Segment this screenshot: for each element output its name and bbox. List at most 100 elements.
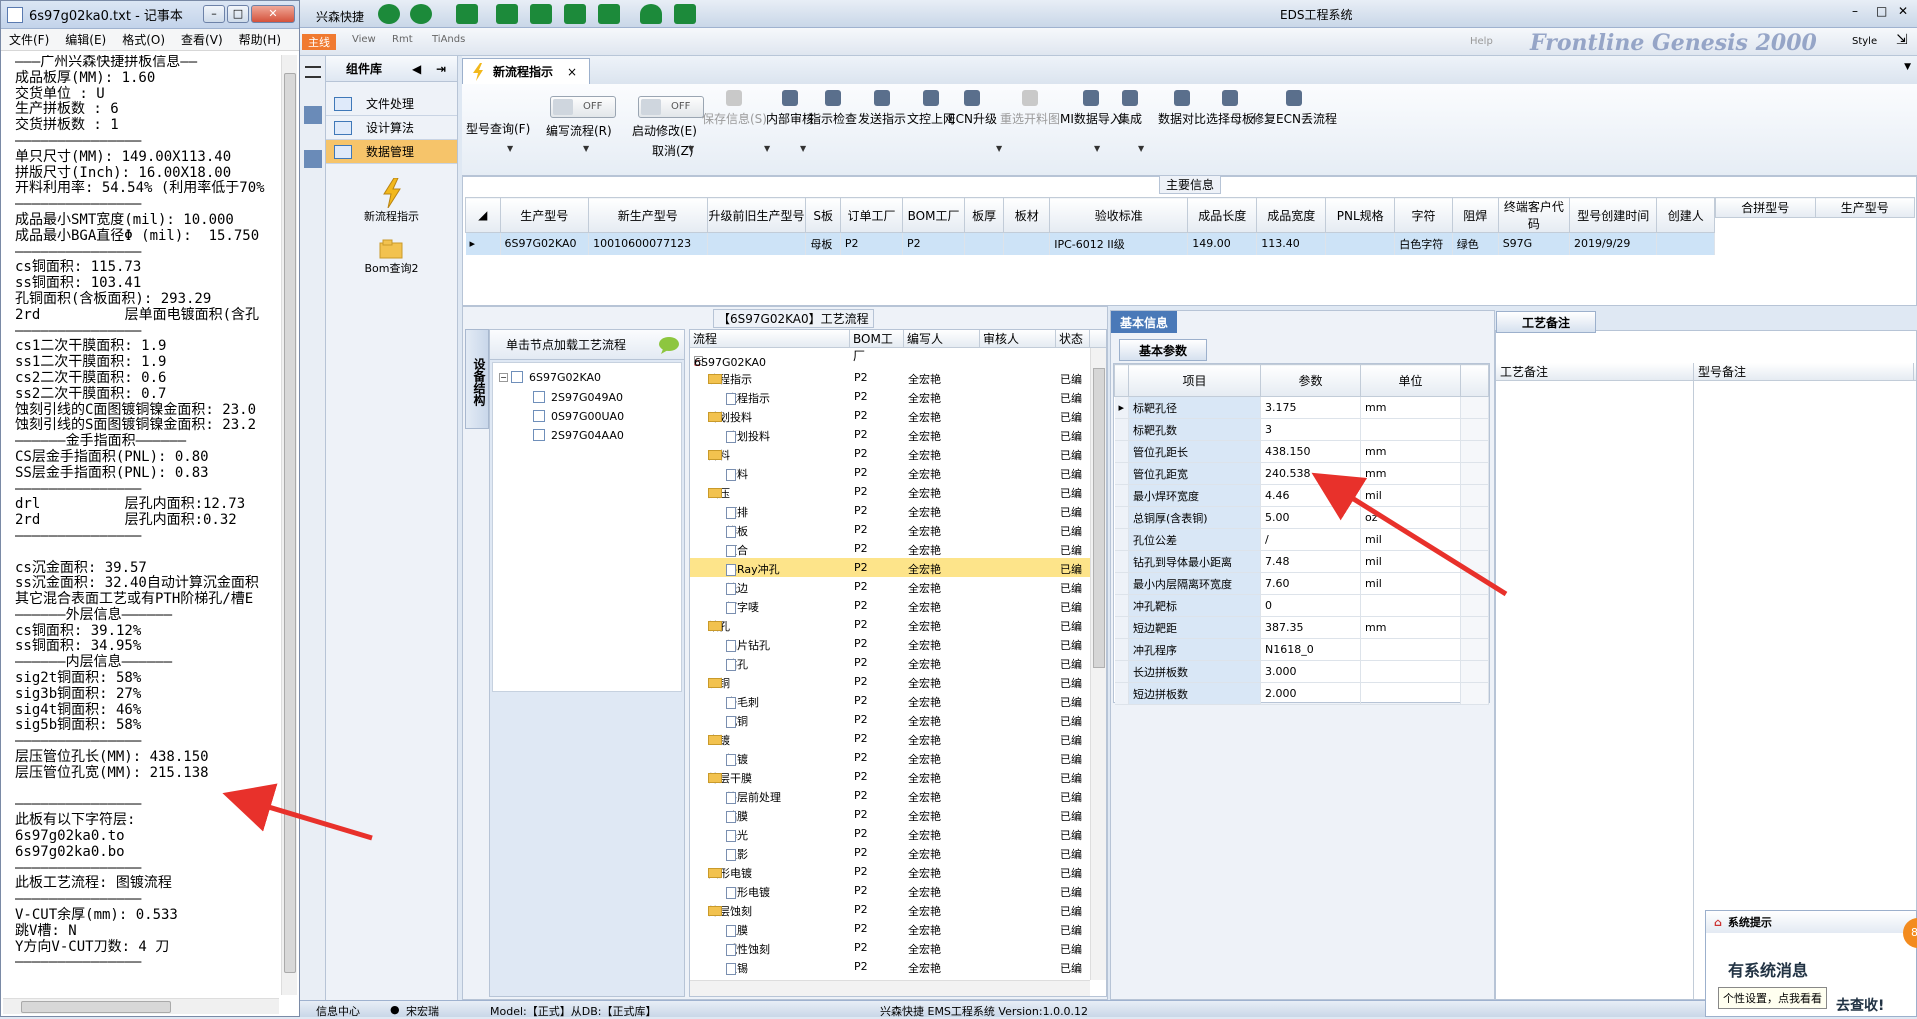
table-cell[interactable]: 母板	[805, 232, 841, 255]
tab-dropdown-icon[interactable]: ▼	[1904, 62, 1911, 72]
process-root-row[interactable]: − ⌂ 6S97G02KA0	[690, 350, 1090, 369]
tab-equipment-structure[interactable]: 设备结构	[465, 329, 489, 429]
param-row[interactable]: 最小焊环宽度 4.46 mil	[1114, 484, 1489, 507]
column-header[interactable]: 生产型号	[499, 197, 590, 233]
column-header[interactable]: BOM工厂	[850, 330, 904, 363]
process-row[interactable]: −计划投料 P2 全宏艳 已编	[690, 406, 1090, 425]
process-row[interactable]: 碱性蚀刻 P2 全宏艳 已编	[690, 938, 1090, 957]
table-cell[interactable]	[1656, 232, 1715, 255]
table-cell[interactable]: 113.40	[1256, 232, 1327, 255]
checkbox[interactable]	[533, 391, 545, 403]
tree-node-child[interactable]: 0S97G00UA0	[533, 408, 624, 424]
ribbon-label-tiands[interactable]: TiAnds	[432, 34, 465, 45]
toggle-write-flow[interactable]: OFF	[550, 96, 616, 118]
tab-new-process[interactable]: 新流程指示 ×	[462, 58, 590, 84]
param-value[interactable]: /	[1260, 528, 1361, 551]
column-header[interactable]: S板	[805, 197, 841, 233]
table-cell[interactable]	[1003, 232, 1051, 255]
table-cell[interactable]	[1325, 232, 1396, 255]
process-row[interactable]: −开料 P2 全宏艳 已编	[690, 444, 1090, 463]
system-notification-popup[interactable]: ⌂ 系统提示 有系统消息 个性设置，点我看看 去查收!	[1705, 910, 1917, 1017]
nav-item-data-management[interactable]: 数据管理	[326, 140, 457, 164]
param-row[interactable]: 长边拼板数 3.000	[1114, 660, 1489, 683]
param-value[interactable]: 438.150	[1260, 440, 1361, 463]
param-value[interactable]: 3	[1260, 418, 1361, 441]
dropdown-caret-icon[interactable]: ▼	[996, 144, 1002, 153]
param-value[interactable]: 5.00	[1260, 506, 1361, 529]
scroll-thumb[interactable]	[1093, 368, 1105, 668]
column-header[interactable]: 新生产型号	[588, 197, 708, 233]
globe-icon[interactable]	[410, 4, 432, 24]
tree-node-root[interactable]: −6S97G02KA0	[499, 369, 601, 385]
dropdown-caret-icon[interactable]: ▼	[1094, 144, 1100, 153]
process-row[interactable]: 排板 P2 全宏艳 已编	[690, 520, 1090, 539]
dropdown-caret-icon[interactable]: ▼	[764, 144, 770, 153]
style-label[interactable]: Style	[1852, 36, 1877, 47]
dropdown-caret-icon[interactable]: ▼	[688, 144, 694, 153]
menu-item[interactable]: 帮助(H)	[231, 31, 289, 48]
column-header[interactable]: 审核人	[980, 330, 1056, 347]
ribbon-label-view[interactable]: View	[352, 34, 376, 45]
menu-item[interactable]: 文件(F)	[1, 31, 57, 48]
window-minimize-icon[interactable]: –	[1852, 4, 1858, 18]
param-row[interactable]: 总铜厚(含表铜) 5.00 oz	[1114, 506, 1489, 529]
param-row[interactable]: 最小内层隔离环宽度 7.60 mil	[1114, 572, 1489, 595]
param-value[interactable]: 3.175	[1260, 396, 1361, 419]
process-row[interactable]: 流程指示 P2 全宏艳 已编	[690, 387, 1090, 406]
calc-icon[interactable]	[304, 150, 322, 168]
user-icon[interactable]	[640, 4, 662, 24]
minimize-button[interactable]: –	[203, 5, 225, 23]
craft-note-textarea[interactable]	[1496, 381, 1694, 999]
bom-query-shortcut[interactable]: Bom查询2	[326, 238, 457, 276]
maximize-button[interactable]: □	[227, 5, 249, 23]
process-row[interactable]: −钻孔 P2 全宏艳 已编	[690, 615, 1090, 634]
checkbox[interactable]	[511, 371, 523, 383]
column-header[interactable]: 工艺备注	[1496, 363, 1694, 380]
param-row[interactable]: ▸ 标靶孔径 3.175 mm	[1114, 396, 1489, 419]
dropdown-caret-icon[interactable]: ▼	[583, 144, 589, 153]
film-icon[interactable]	[530, 4, 552, 24]
column-header[interactable]: 板材	[1003, 197, 1051, 233]
param-value[interactable]: 240.538	[1260, 462, 1361, 485]
tree-node-child[interactable]: 2S97G049A0	[533, 389, 623, 405]
toolbar-button[interactable]: 指示检查	[809, 90, 857, 127]
process-row[interactable]: 铣边 P2 全宏艳 已编	[690, 577, 1090, 596]
table-icon[interactable]	[456, 4, 478, 24]
table-cell[interactable]: IPC-6012 II级	[1049, 232, 1189, 255]
table-cell[interactable]: 白色字符	[1394, 232, 1453, 255]
process-row[interactable]: −电镀 P2 全宏艳 已编	[690, 729, 1090, 748]
param-value[interactable]: 0	[1260, 594, 1361, 617]
process-tree-horizontal-scrollbar[interactable]	[690, 980, 1090, 996]
model-query-button[interactable]: 型号查询(F)	[466, 120, 530, 137]
toolbar-button[interactable]: 内部审核	[766, 90, 814, 127]
param-row[interactable]: 短边拼板数 2.000	[1114, 682, 1489, 705]
column-header[interactable]: PNL规格	[1325, 197, 1396, 233]
param-value[interactable]: 2.000	[1260, 682, 1361, 705]
process-row[interactable]: 图形电镀 P2 全宏艳 已编	[690, 881, 1090, 900]
checkbox[interactable]	[533, 410, 545, 422]
column-header[interactable]: 状态	[1056, 330, 1090, 347]
scroll-thumb[interactable]	[284, 73, 296, 973]
column-header[interactable]: 型号备注	[1694, 363, 1914, 380]
process-row[interactable]: −沉铜 P2 全宏艳 已编	[690, 672, 1090, 691]
table-cell[interactable]: 绿色	[1452, 232, 1499, 255]
ribbon-label-rmt[interactable]: Rmt	[392, 34, 413, 45]
collapse-left-icon[interactable]: ◀	[412, 62, 421, 76]
table-cell[interactable]: P2	[840, 232, 904, 255]
new-process-shortcut[interactable]: 新流程指示	[326, 178, 457, 224]
table-cell[interactable]	[964, 232, 1005, 255]
process-row[interactable]: 退锡 P2 全宏艳 已编	[690, 957, 1090, 976]
table-cell[interactable]: P2	[902, 232, 966, 255]
param-row[interactable]: 孔位公差 / mil	[1114, 528, 1489, 551]
notepad-horizontal-scrollbar[interactable]	[3, 998, 279, 1014]
dropdown-caret-icon[interactable]: ▼	[1138, 144, 1144, 153]
toolbar-button[interactable]: 重选开料图	[1000, 90, 1060, 127]
param-value[interactable]: 7.48	[1260, 550, 1361, 573]
dropdown-caret-icon[interactable]: ▼	[800, 144, 806, 153]
param-value[interactable]: 4.46	[1260, 484, 1361, 507]
tab-basic-info[interactable]: 基本信息	[1111, 311, 1177, 333]
param-row[interactable]: 短边靶距 387.35 mm	[1114, 616, 1489, 639]
column-header[interactable]: 终端客户代码	[1497, 197, 1571, 233]
column-header[interactable]: 订单工厂	[839, 197, 904, 233]
column-header[interactable]: 型号创建时间	[1568, 197, 1658, 233]
